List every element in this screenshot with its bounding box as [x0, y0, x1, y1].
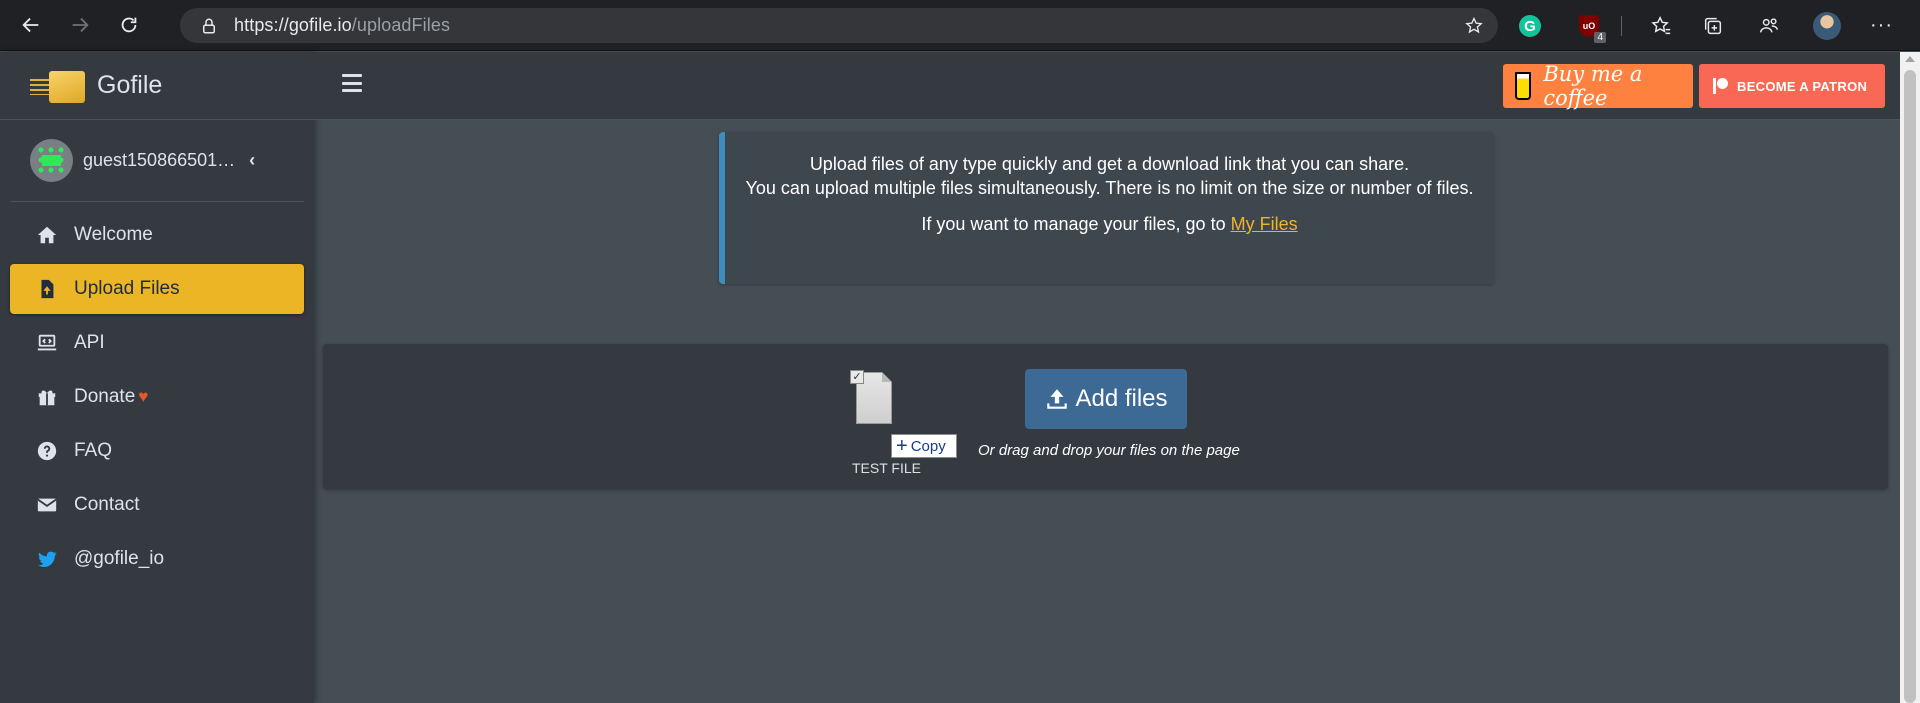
- url-path: /uploadFiles: [351, 15, 451, 35]
- coffee-label: Buy me a coffee: [1543, 62, 1643, 110]
- become-a-patron-button[interactable]: BECOME A PATRON: [1699, 64, 1885, 108]
- refresh-button[interactable]: [111, 7, 147, 43]
- sidebar-item-twitter[interactable]: @gofile_io: [10, 534, 304, 584]
- dragged-file-name: TEST FILE: [852, 460, 921, 476]
- chevron-left-icon[interactable]: ‹: [249, 150, 255, 171]
- sidebar-item-label: Contact: [74, 494, 140, 515]
- add-files-label: Add files: [1075, 385, 1168, 412]
- sidebar-menu: Welcome Upload Files API Donate ♥ FAQ Co…: [0, 202, 314, 584]
- toolbar-separator: [1621, 16, 1622, 36]
- info-line-1: Upload files of any type quickly and get…: [809, 154, 1410, 174]
- browser-toolbar: https://gofile.io/uploadFiles G uO 4 ···: [0, 0, 1920, 51]
- sidebar-item-label: API: [74, 332, 105, 353]
- drag-copy-tooltip: + Copy: [891, 434, 957, 458]
- profiles-sync-button[interactable]: [1756, 13, 1782, 39]
- sidebar-item-label: Donate: [74, 386, 136, 407]
- drop-hint: Or drag and drop your files on the page: [978, 442, 1240, 459]
- sidebar-item-label: @gofile_io: [74, 548, 165, 569]
- lock-icon: [203, 18, 215, 33]
- user-panel: guest150866501… ‹: [10, 120, 304, 202]
- question-circle-icon: [34, 440, 60, 462]
- laptop-code-icon: [34, 332, 60, 354]
- plus-icon: +: [896, 435, 908, 457]
- info-line-3-prefix: If you want to manage your files, go to: [921, 214, 1231, 234]
- sidebar-item-welcome[interactable]: Welcome: [10, 210, 304, 260]
- people-icon: [1760, 18, 1778, 33]
- sidebar-item-donate[interactable]: Donate ♥: [10, 372, 304, 422]
- sidebar-item-faq[interactable]: FAQ: [10, 426, 304, 476]
- gofile-logo-icon: [30, 67, 85, 105]
- patreon-icon: [1713, 78, 1728, 94]
- star-list-icon: [1651, 16, 1671, 35]
- back-button[interactable]: [13, 7, 49, 43]
- sidebar-item-label: Welcome: [74, 224, 153, 245]
- twitter-icon: [34, 548, 60, 570]
- forward-button[interactable]: [62, 7, 98, 43]
- upload-icon: [1047, 389, 1068, 409]
- avatar: [30, 139, 73, 182]
- buy-me-a-coffee-button[interactable]: Buy me a coffee: [1503, 62, 1693, 110]
- my-files-link[interactable]: My Files: [1231, 214, 1298, 234]
- add-files-button[interactable]: Add files: [1025, 369, 1187, 429]
- arrow-left-icon: [22, 17, 39, 33]
- url-host: https://gofile.io: [234, 15, 352, 35]
- upload-dropzone[interactable]: ✓ TEST FILE Add files Or drag and drop y…: [323, 344, 1888, 489]
- profile-avatar[interactable]: [1813, 12, 1841, 40]
- checkbox-icon: ✓: [850, 370, 864, 384]
- favorites-button[interactable]: [1648, 13, 1674, 39]
- add-favorite-icon[interactable]: [1464, 16, 1484, 36]
- sidebar-item-label: FAQ: [74, 440, 113, 461]
- grammarly-letter: G: [1524, 17, 1536, 35]
- scrollbar-thumb[interactable]: [1904, 70, 1916, 703]
- hamburger-menu-icon[interactable]: [342, 74, 362, 92]
- top-navbar: Buy me a coffee BECOME A PATRON: [314, 52, 1906, 120]
- file-upload-icon: [34, 278, 60, 300]
- info-line-2: You can upload multiple files simultaneo…: [745, 178, 1474, 198]
- scroll-up-arrow-icon[interactable]: [1905, 56, 1915, 62]
- url-text: https://gofile.io/uploadFiles: [234, 15, 450, 36]
- sidebar-item-label: Upload Files: [74, 278, 180, 299]
- ublock-count-badge: 4: [1594, 32, 1606, 43]
- heart-icon: ♥: [138, 387, 149, 406]
- arrow-right-icon: [72, 17, 89, 33]
- info-line-3: If you want to manage your files, go to …: [739, 212, 1480, 236]
- refresh-icon: [121, 17, 137, 33]
- brand-text: Gofile: [97, 71, 163, 99]
- sidebar-item-api[interactable]: API: [10, 318, 304, 368]
- home-icon: [34, 224, 60, 246]
- sidebar-item-upload-files[interactable]: Upload Files: [10, 264, 304, 314]
- copy-label: Copy: [910, 437, 946, 455]
- sidebar: Gofile guest150866501… ‹ Welcome Upload …: [0, 52, 314, 703]
- sidebar-item-contact[interactable]: Contact: [10, 480, 304, 530]
- gift-icon: [34, 386, 60, 408]
- collections-icon: [1704, 17, 1722, 35]
- ublock-extension-icon[interactable]: uO 4: [1576, 13, 1606, 43]
- brand-link[interactable]: Gofile: [0, 52, 314, 120]
- coffee-cup-icon: [1515, 72, 1532, 100]
- grammarly-extension-icon[interactable]: G: [1519, 15, 1541, 37]
- envelope-icon: [34, 494, 60, 516]
- address-bar[interactable]: https://gofile.io/uploadFiles: [180, 8, 1498, 43]
- page-scrollbar[interactable]: [1900, 52, 1920, 703]
- collections-button[interactable]: [1700, 13, 1726, 39]
- patron-label: BECOME A PATRON: [1737, 78, 1868, 94]
- more-menu-icon[interactable]: ···: [1870, 14, 1893, 37]
- info-callout: Upload files of any type quickly and get…: [719, 132, 1494, 284]
- ublock-label: uO: [1582, 21, 1596, 31]
- user-name[interactable]: guest150866501…: [83, 150, 235, 171]
